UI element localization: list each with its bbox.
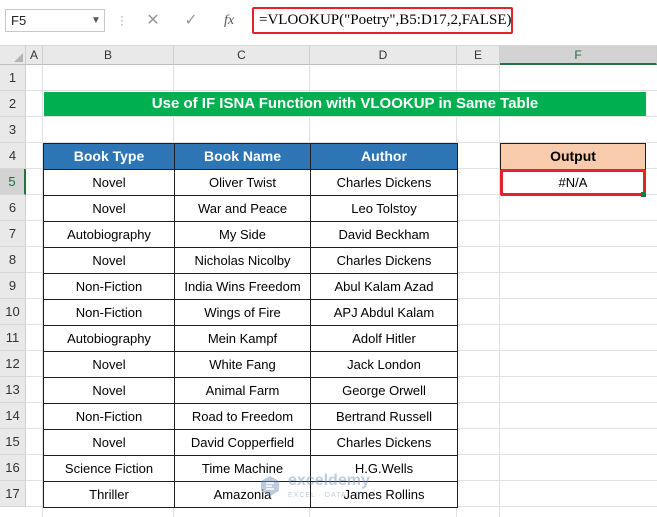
column-header-d[interactable]: D xyxy=(310,46,457,65)
table-cell[interactable]: Animal Farm xyxy=(174,377,311,404)
table-cell[interactable]: Novel xyxy=(43,169,175,196)
table-cell[interactable]: Novel xyxy=(43,429,175,456)
table-cell[interactable]: War and Peace xyxy=(174,195,311,222)
row-header-4[interactable]: 4 xyxy=(0,143,26,169)
table-header-book-name[interactable]: Book Name xyxy=(174,143,311,170)
table-cell[interactable]: Non-Fiction xyxy=(43,403,175,430)
table-cell[interactable]: Nicholas Nicolby xyxy=(174,247,311,274)
table-cell[interactable]: Novel xyxy=(43,351,175,378)
table-cell[interactable]: Autobiography xyxy=(43,221,175,248)
grid-line xyxy=(26,116,657,117)
column-header-b[interactable]: B xyxy=(43,46,174,65)
table-cell[interactable]: APJ Abdul Kalam xyxy=(310,299,458,326)
row-header-8[interactable]: 8 xyxy=(0,247,26,273)
table-cell[interactable]: Novel xyxy=(43,377,175,404)
table-cell[interactable]: Charles Dickens xyxy=(310,247,458,274)
row-header-3[interactable]: 3 xyxy=(0,117,26,143)
table-header-book-type[interactable]: Book Type xyxy=(43,143,175,170)
table-cell[interactable]: Novel xyxy=(43,247,175,274)
output-cell[interactable]: #N/A xyxy=(500,169,646,196)
table-header-author[interactable]: Author xyxy=(310,143,458,170)
row-header-6[interactable]: 6 xyxy=(0,195,26,221)
table-cell[interactable]: Mein Kampf xyxy=(174,325,311,352)
row-header-9[interactable]: 9 xyxy=(0,273,26,299)
column-header-c[interactable]: C xyxy=(174,46,310,65)
table-cell[interactable]: George Orwell xyxy=(310,377,458,404)
output-header[interactable]: Output xyxy=(500,143,646,170)
table-cell[interactable]: Non-Fiction xyxy=(43,299,175,326)
cancel-icon[interactable]: ✕ xyxy=(144,10,162,32)
row-header-13[interactable]: 13 xyxy=(0,377,26,403)
row-header-16[interactable]: 16 xyxy=(0,455,26,481)
table-cell[interactable]: Amazonia xyxy=(174,481,311,508)
grid-line xyxy=(499,65,500,517)
table-cell[interactable]: India Wins Freedom xyxy=(174,273,311,300)
table-cell[interactable]: Thriller xyxy=(43,481,175,508)
table-cell[interactable]: Autobiography xyxy=(43,325,175,352)
row-header-10[interactable]: 10 xyxy=(0,299,26,325)
formula-input[interactable]: =VLOOKUP("Poetry",B5:D17,2,FALSE) xyxy=(252,7,513,34)
row-header-11[interactable]: 11 xyxy=(0,325,26,351)
column-header-f[interactable]: F xyxy=(500,46,657,65)
row-header-1[interactable]: 1 xyxy=(0,65,26,91)
table-cell[interactable]: My Side xyxy=(174,221,311,248)
table-cell[interactable]: Non-Fiction xyxy=(43,273,175,300)
column-header-e[interactable]: E xyxy=(457,46,500,65)
table-cell[interactable]: Time Machine xyxy=(174,455,311,482)
table-cell[interactable]: Abul Kalam Azad xyxy=(310,273,458,300)
grid-line xyxy=(26,90,657,91)
table-cell[interactable]: White Fang xyxy=(174,351,311,378)
table-cell[interactable]: Novel xyxy=(43,195,175,222)
table-cell[interactable]: H.G.Wells xyxy=(310,455,458,482)
table-cell[interactable]: Leo Tolstoy xyxy=(310,195,458,222)
table-cell[interactable]: Adolf Hitler xyxy=(310,325,458,352)
select-all-triangle-icon xyxy=(14,53,23,62)
column-header-a[interactable]: A xyxy=(26,46,43,65)
row-header-14[interactable]: 14 xyxy=(0,403,26,429)
table-cell[interactable]: Jack London xyxy=(310,351,458,378)
table-cell[interactable]: Science Fiction xyxy=(43,455,175,482)
table-cell[interactable]: James Rollins xyxy=(310,481,458,508)
row-header-12[interactable]: 12 xyxy=(0,351,26,377)
fill-handle[interactable] xyxy=(641,192,646,197)
table-cell[interactable]: David Copperfield xyxy=(174,429,311,456)
row-header-15[interactable]: 15 xyxy=(0,429,26,455)
row-header-17[interactable]: 17 xyxy=(0,481,26,507)
row-header-2[interactable]: 2 xyxy=(0,91,26,117)
table-cell[interactable]: David Beckham xyxy=(310,221,458,248)
table-cell[interactable]: Oliver Twist xyxy=(174,169,311,196)
enter-icon[interactable]: ✓ xyxy=(182,10,200,32)
row-header-7[interactable]: 7 xyxy=(0,221,26,247)
insert-function-icon[interactable]: fx xyxy=(220,10,238,32)
row-header-5[interactable]: 5 xyxy=(0,169,26,195)
table-cell[interactable]: Wings of Fire xyxy=(174,299,311,326)
drag-handle-icon[interactable]: · · · xyxy=(120,10,124,30)
table-cell[interactable]: Road to Freedom xyxy=(174,403,311,430)
table-cell[interactable]: Bertrand Russell xyxy=(310,403,458,430)
sheet-title: Use of IF ISNA Function with VLOOKUP in … xyxy=(44,92,646,116)
table-cell[interactable]: Charles Dickens xyxy=(310,169,458,196)
table-cell[interactable]: Charles Dickens xyxy=(310,429,458,456)
chevron-down-icon[interactable]: ▼ xyxy=(89,9,103,32)
